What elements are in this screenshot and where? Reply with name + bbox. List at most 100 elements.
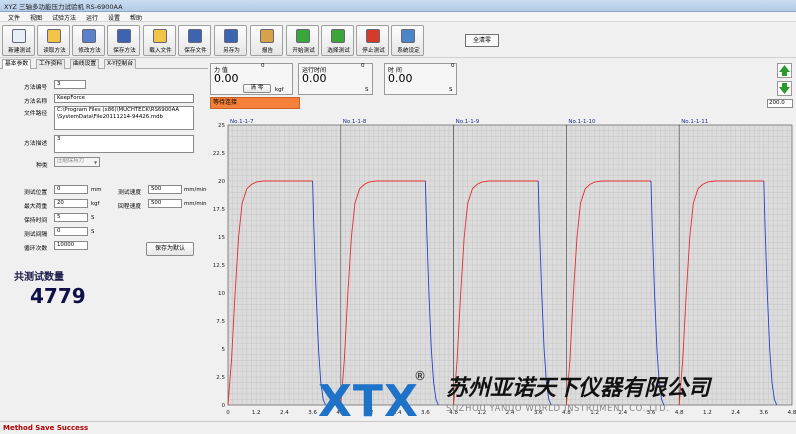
folder-open-icon [153, 29, 167, 43]
file-path-line1: C:\Program Files (x86)\MUCHTECK\RS6900AA [57, 107, 180, 113]
menu-view[interactable]: 视图 [30, 13, 42, 22]
return-speed-label: 回程速度 [118, 204, 142, 210]
save-method-button[interactable]: 保存方法 [107, 25, 140, 56]
max-load-input[interactable]: 20 [54, 199, 88, 208]
method-no-label: 方法编号 [24, 85, 48, 91]
method-name-input[interactable]: KeepForce [54, 94, 194, 103]
cycles-label: 循环次数 [24, 246, 48, 252]
system-settings-button[interactable]: 系统设定 [391, 25, 424, 56]
watermark-company-en: SUZHOU YANUO WORLD INSTRUMENT CO.,LTD. [446, 404, 670, 414]
tab-work-data[interactable]: 工作资料 [36, 59, 66, 69]
menu-run[interactable]: 运行 [86, 13, 98, 22]
move-up-button[interactable] [777, 63, 792, 78]
hold-time-unit: S [91, 215, 95, 221]
zoom-spinner[interactable]: 200.0 [767, 99, 793, 108]
menu-file[interactable]: 文件 [8, 13, 20, 22]
desc-input[interactable]: 3 [54, 135, 194, 153]
save-file-button[interactable]: 保存文件 [178, 25, 211, 56]
move-down-button[interactable] [777, 81, 792, 96]
save-file-label: 保存文件 [184, 48, 207, 54]
window-title: XYZ 三轴多功能压力试验机 RS-6900AA [4, 3, 123, 11]
watermark-company-cn: 苏州亚诺天下仪器有限公司 [446, 375, 713, 401]
settings-icon [401, 29, 415, 43]
y-tick-label: 15 [218, 235, 225, 241]
force-unit: kgf [275, 87, 284, 93]
clear-all-button[interactable]: 全清零 [465, 34, 499, 47]
menu-test-method[interactable]: 试验方法 [52, 13, 76, 22]
menu-settings[interactable]: 设置 [108, 13, 120, 22]
x-tick-label: 2.4 [280, 410, 289, 416]
chevron-down-icon: ▼ [94, 160, 98, 165]
save-default-button[interactable]: 保存为默认 [146, 242, 194, 256]
y-tick-label: 25 [218, 123, 225, 129]
force-peak-number: 0 [261, 63, 265, 69]
load-file-label: 载入文件 [149, 48, 172, 54]
x-tick-label: 1.2 [252, 410, 261, 416]
new-test-button[interactable]: 新建测试 [2, 25, 35, 56]
arrow-up-icon [779, 65, 790, 76]
interval-input[interactable]: 0 [54, 227, 88, 236]
report-button[interactable]: 报告 [250, 25, 283, 56]
save-as-icon [224, 29, 238, 43]
stop-test-label: 停止测试 [362, 48, 385, 54]
play-icon [296, 29, 310, 43]
y-tick-label: 17.5 [213, 207, 226, 213]
return-speed-unit: mm/min [184, 201, 207, 207]
clock-unit: S [449, 87, 453, 93]
menu-bar: 文件 视图 试验方法 运行 设置 帮助 [0, 12, 796, 22]
max-load-unit: kgf [91, 201, 100, 207]
select-test-label: 选择测试 [327, 48, 350, 54]
test-pos-input[interactable]: 0 [54, 185, 88, 194]
run-time-number: 0 [361, 63, 365, 69]
y-tick-label: 7.5 [216, 319, 225, 325]
report-label: 报告 [261, 48, 274, 54]
hold-time-input[interactable]: 5 [54, 213, 88, 222]
tab-basic-params[interactable]: 基本参数 [2, 59, 32, 69]
hold-time-label: 保持时间 [24, 218, 48, 224]
panel-title: No.1-1-11 [681, 119, 708, 125]
status-message: Method Save Success [3, 424, 89, 432]
test-speed-input[interactable]: 500 [148, 185, 182, 194]
read-method-button[interactable]: 读取方法 [37, 25, 70, 56]
file-path-line2: \SystemData\File20111214-94426.mdb [57, 114, 163, 120]
zero-force-button[interactable]: 清 零 [243, 84, 271, 93]
desc-label: 方法描述 [24, 141, 48, 147]
force-curves-chart: No.1-1-7 0 1.2 2.4 3.6 4.8 No.1-1-8 1.2 2.4 3.6 4.… [210, 113, 796, 427]
test-speed-unit: mm/min [184, 187, 207, 193]
menu-help[interactable]: 帮助 [130, 13, 142, 22]
tab-xy-console[interactable]: X-Y控制台 [104, 59, 137, 69]
x-tick-label: 1.2 [703, 410, 712, 416]
force-readout: 力 值 0 0.00 清 零 kgf [210, 63, 293, 95]
file-path-input[interactable]: C:\Program Files (x86)\MUCHTECK\RS6900AA… [54, 106, 194, 130]
return-speed-input[interactable]: 500 [148, 199, 182, 208]
toolbar: 新建测试 读取方法 修改方法 保存方法 载入文件 保存文件 另存为 报告 开始测… [0, 23, 796, 58]
start-test-button[interactable]: 开始测试 [286, 25, 319, 56]
save-as-button[interactable]: 另存为 [214, 25, 247, 56]
interval-label: 测试间隔 [24, 232, 48, 238]
save-method-label: 保存方法 [113, 48, 136, 54]
y-tick-label: 0 [222, 403, 226, 409]
stop-test-button[interactable]: 停止测试 [356, 25, 389, 56]
stop-icon [366, 29, 380, 43]
cycles-input[interactable]: 10000 [54, 241, 88, 250]
registered-mark: ® [414, 369, 426, 383]
panel-title: No.1-1-9 [456, 119, 480, 125]
new-file-icon [12, 29, 26, 43]
interval-unit: S [91, 229, 95, 235]
x-tick-label: 3.6 [421, 410, 430, 416]
method-no-input[interactable]: 3 [54, 80, 86, 89]
clock-value: 0.00 [388, 72, 413, 85]
tab-curve-settings[interactable]: 曲线设置 [70, 59, 100, 69]
y-tick-label: 10 [218, 291, 225, 297]
select-test-button[interactable]: 选择测试 [321, 25, 354, 56]
params-panel: 方法编号 3 方法名称 KeepForce 文件路径 C:\Program Fi… [0, 69, 208, 421]
title-bar: XYZ 三轴多功能压力试验机 RS-6900AA [0, 0, 796, 12]
watermark-logo: XTX [318, 376, 419, 421]
edit-method-button[interactable]: 修改方法 [72, 25, 105, 56]
test-speed-label: 测试速度 [118, 190, 142, 196]
read-method-label: 读取方法 [43, 48, 66, 54]
zoom-value: 200.0 [769, 100, 785, 106]
type-label: 种类 [36, 163, 48, 169]
x-tick-label: 3.6 [759, 410, 768, 416]
load-file-button[interactable]: 载入文件 [143, 25, 176, 56]
